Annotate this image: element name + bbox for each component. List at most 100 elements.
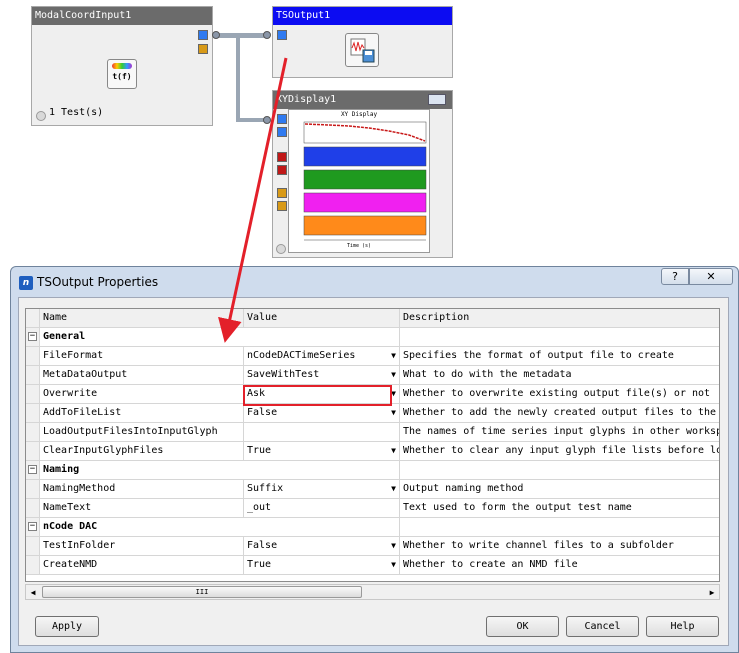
property-value-text: Suffix bbox=[247, 483, 284, 494]
status-led bbox=[276, 244, 286, 254]
port-orange bbox=[277, 201, 287, 211]
property-row[interactable]: AddToFileList False ▼ Whether to add the ne… bbox=[26, 404, 719, 423]
property-grid[interactable]: Name Value Description − General FileForma… bbox=[25, 308, 720, 582]
help-button[interactable]: Help bbox=[646, 616, 719, 637]
row-gutter bbox=[26, 404, 40, 423]
collapse-toggle-icon[interactable]: − bbox=[28, 465, 37, 474]
row-gutter bbox=[26, 442, 40, 461]
waveform-svg bbox=[350, 38, 375, 63]
dropdown-arrow-icon[interactable]: ▼ bbox=[391, 556, 396, 574]
property-name: NamingMethod bbox=[40, 480, 244, 499]
wire-knob bbox=[212, 31, 220, 39]
property-description: Text used to form the output test name bbox=[400, 499, 719, 518]
property-row[interactable]: TestInFolder False ▼ Whether to write chann… bbox=[26, 537, 719, 556]
ok-button[interactable]: OK bbox=[486, 616, 559, 637]
property-name: TestInFolder bbox=[40, 537, 244, 556]
apply-button[interactable]: Apply bbox=[35, 616, 99, 637]
property-value[interactable]: Suffix ▼ bbox=[244, 480, 400, 499]
wire-knob bbox=[263, 31, 271, 39]
property-row[interactable]: MetaDataOutput SaveWithTest ▼ What to do wi… bbox=[26, 366, 719, 385]
glyph-title: XYDisplay1 bbox=[273, 91, 452, 109]
dropdown-arrow-icon[interactable]: ▼ bbox=[391, 480, 396, 498]
scroll-thumb[interactable]: III bbox=[42, 586, 362, 598]
status-led bbox=[36, 111, 46, 121]
input-port-blue[interactable] bbox=[277, 114, 287, 124]
row-gutter: − bbox=[26, 518, 40, 537]
output-port-blue[interactable] bbox=[198, 30, 208, 40]
property-value[interactable]: nCodeDACTimeSeries ▼ bbox=[244, 347, 400, 366]
scroll-right-arrow[interactable]: ▶ bbox=[706, 587, 718, 599]
row-gutter bbox=[26, 556, 40, 575]
property-value[interactable]: SaveWithTest ▼ bbox=[244, 366, 400, 385]
close-button[interactable]: ✕ bbox=[689, 268, 733, 285]
property-value[interactable]: False ▼ bbox=[244, 537, 400, 556]
scroll-left-arrow[interactable]: ◀ bbox=[27, 587, 39, 599]
property-value-text: nCodeDACTimeSeries bbox=[247, 350, 356, 361]
glyph-status-text: 1 Test(s) bbox=[49, 107, 104, 118]
category-row[interactable]: − nCode DAC bbox=[26, 518, 719, 537]
property-value-text: _out bbox=[247, 502, 272, 513]
property-value[interactable]: True ▼ bbox=[244, 442, 400, 461]
horizontal-scrollbar[interactable]: ◀ III ▶ bbox=[25, 584, 720, 600]
property-description: Specifies the format of output file to c… bbox=[400, 347, 719, 366]
dropdown-arrow-icon[interactable]: ▼ bbox=[391, 537, 396, 555]
property-row[interactable]: LoadOutputFilesIntoInputGlyph The names o… bbox=[26, 423, 719, 442]
wire bbox=[236, 33, 240, 121]
category-label: Naming bbox=[40, 461, 400, 480]
property-row[interactable]: NamingMethod Suffix ▼ Output naming method bbox=[26, 480, 719, 499]
category-row[interactable]: − General bbox=[26, 328, 719, 347]
property-value[interactable] bbox=[244, 423, 400, 442]
category-label: nCode DAC bbox=[40, 518, 400, 537]
header-description[interactable]: Description bbox=[400, 309, 719, 328]
property-name: ClearInputGlyphFiles bbox=[40, 442, 244, 461]
property-row[interactable]: NameText _out Text used to form the output… bbox=[26, 499, 719, 518]
property-value-text: False bbox=[247, 407, 278, 418]
collapse-toggle-icon[interactable]: − bbox=[28, 522, 37, 531]
property-description: What to do with the metadata bbox=[400, 366, 719, 385]
dropdown-arrow-icon[interactable]: ▼ bbox=[391, 347, 396, 365]
dropdown-arrow-icon[interactable]: ▼ bbox=[391, 366, 396, 384]
help-caption-button[interactable]: ? bbox=[661, 268, 689, 285]
cancel-button[interactable]: Cancel bbox=[566, 616, 639, 637]
output-port-orange[interactable] bbox=[198, 44, 208, 54]
ts-output-glyph[interactable]: TSOutput1 bbox=[272, 6, 453, 78]
input-port-blue[interactable] bbox=[277, 30, 287, 40]
row-gutter bbox=[26, 423, 40, 442]
property-value[interactable]: False ▼ bbox=[244, 404, 400, 423]
port-red bbox=[277, 165, 287, 175]
row-gutter bbox=[26, 537, 40, 556]
property-description: Whether to clear any input glyph file li… bbox=[400, 442, 719, 461]
glyph-title: ModalCoordInput1 bbox=[32, 7, 212, 25]
property-row[interactable]: FileFormat nCodeDACTimeSeries ▼ Specifies t… bbox=[26, 347, 719, 366]
category-row[interactable]: − Naming bbox=[26, 461, 719, 480]
property-description: Whether to overwrite existing output fil… bbox=[400, 385, 719, 404]
window-icon[interactable] bbox=[428, 94, 446, 105]
header-name[interactable]: Name bbox=[40, 309, 244, 328]
collapse-toggle-icon[interactable]: − bbox=[28, 332, 37, 341]
ts-output-properties-dialog: n TSOutput Properties ? ✕ Name Value Des… bbox=[10, 266, 739, 653]
row-gutter bbox=[26, 366, 40, 385]
function-icon[interactable]: t(f) bbox=[107, 59, 137, 89]
property-row[interactable]: CreateNMD True ▼ Whether to create an NMD f… bbox=[26, 556, 719, 575]
property-value[interactable]: True ▼ bbox=[244, 556, 400, 575]
save-waveform-icon[interactable] bbox=[345, 33, 379, 67]
category-label: General bbox=[40, 328, 400, 347]
row-gutter bbox=[26, 347, 40, 366]
port-red bbox=[277, 152, 287, 162]
property-value[interactable]: _out bbox=[244, 499, 400, 518]
function-icon-label: t(f) bbox=[112, 72, 132, 81]
plot-svg bbox=[303, 121, 427, 241]
category-filler bbox=[400, 518, 719, 537]
xy-display-glyph[interactable]: XYDisplay1 XY Display Time (s) bbox=[272, 90, 453, 258]
property-description: The names of time series input glyphs in… bbox=[400, 423, 719, 442]
dropdown-arrow-icon[interactable]: ▼ bbox=[391, 442, 396, 460]
dropdown-arrow-icon[interactable]: ▼ bbox=[391, 404, 396, 422]
highlight-box bbox=[243, 385, 392, 406]
category-filler bbox=[400, 328, 719, 347]
header-value[interactable]: Value bbox=[244, 309, 400, 328]
property-row[interactable]: ClearInputGlyphFiles True ▼ Whether to clea… bbox=[26, 442, 719, 461]
modal-coord-input-glyph[interactable]: ModalCoordInput1 t(f) 1 Test(s) bbox=[31, 6, 213, 126]
property-name: NameText bbox=[40, 499, 244, 518]
property-description: Whether to write channel files to a subf… bbox=[400, 537, 719, 556]
property-description: Output naming method bbox=[400, 480, 719, 499]
